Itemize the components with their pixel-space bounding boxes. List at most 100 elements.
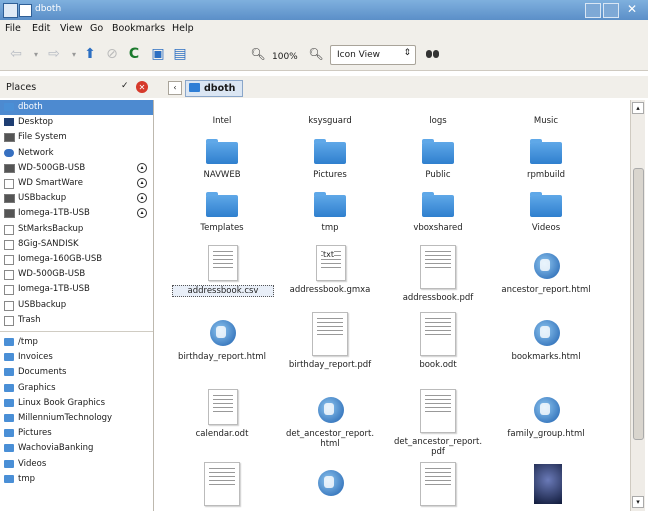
sidebar-item[interactable]: WD-500GB-USB — [0, 267, 153, 282]
sidebar-bookmark[interactable]: Linux Book Graphics — [0, 396, 153, 411]
sidebar-item-label: Documents — [18, 367, 67, 378]
zoom-out-icon[interactable]: 🔍︎ — [250, 46, 266, 62]
file-label: det_ancestor_report. pdf — [393, 437, 483, 457]
folder-icon — [422, 139, 454, 164]
sidebar-bookmark[interactable]: MillenniumTechnology — [0, 411, 153, 426]
menu-view[interactable]: View — [60, 23, 83, 34]
computer-icon[interactable]: ▤ — [172, 46, 188, 62]
sidebar-item[interactable]: Network — [0, 146, 153, 161]
sidebar-bookmark[interactable]: Invoices — [0, 350, 153, 365]
folder-icon — [206, 139, 238, 164]
menu-file[interactable]: File — [5, 23, 21, 34]
sidebar-bookmark[interactable]: WachoviaBanking — [0, 441, 153, 456]
back-dropdown-icon[interactable]: ▾ — [28, 46, 44, 62]
close-window-button[interactable]: ✕ — [627, 2, 641, 16]
volume-icon — [4, 270, 14, 281]
sidebar-item-label: Videos — [18, 458, 47, 469]
eject-icon[interactable]: ▴ — [137, 193, 147, 204]
search-binoculars-icon[interactable] — [426, 48, 440, 60]
sidebar-bookmark[interactable]: Graphics — [0, 381, 153, 396]
volume-icon — [4, 300, 14, 311]
sidebar-item-label: StMarksBackup — [18, 223, 84, 234]
back-icon[interactable]: ⇦ — [8, 46, 24, 62]
sidebar-item-label: WachoviaBanking — [18, 443, 94, 454]
eject-icon[interactable]: ▴ — [137, 208, 147, 219]
sidebar-item[interactable]: WD-500GB-USB ▴ — [0, 161, 153, 176]
minimize-button[interactable] — [585, 3, 601, 18]
sidebar-item[interactable]: Trash — [0, 313, 153, 328]
scroll-up-icon[interactable]: ▴ — [632, 102, 644, 114]
vertical-scrollbar[interactable]: ▴ ▾ — [630, 100, 645, 511]
forward-icon[interactable]: ⇨ — [46, 46, 62, 62]
folder-icon — [206, 192, 238, 217]
path-button-dboth[interactable]: dboth — [185, 80, 243, 97]
sidebar-bookmark[interactable]: Pictures — [0, 426, 153, 441]
sidebar-item-label: WD SmartWare — [18, 178, 83, 188]
file-label: det_ancestor_report. html — [285, 429, 375, 449]
menu-bookmarks[interactable]: Bookmarks — [112, 23, 165, 34]
scroll-thumb[interactable] — [633, 168, 644, 440]
window-titlebar: dboth ✕ — [0, 0, 648, 20]
stop-icon[interactable]: ⊘ — [104, 46, 120, 62]
document-icon — [208, 245, 238, 281]
menu-edit[interactable]: Edit — [32, 23, 50, 34]
sidebar-item[interactable]: File System — [0, 130, 153, 145]
maximize-button[interactable] — [603, 3, 619, 18]
folder-icon — [4, 383, 14, 392]
volume-icon — [4, 255, 14, 265]
sidebar-item[interactable]: StMarksBackup — [0, 222, 153, 237]
close-sidebar-icon[interactable]: ✕ — [136, 81, 148, 93]
eject-icon[interactable]: ▴ — [137, 162, 147, 173]
file-label: Pictures — [313, 170, 347, 180]
drive-icon — [4, 194, 15, 204]
sidebar-item[interactable]: Iomega-1TB-USB — [0, 282, 153, 297]
document-lines — [425, 318, 451, 338]
document-lines — [425, 251, 451, 271]
path-label: dboth — [204, 83, 236, 94]
html-globe-icon — [318, 397, 344, 423]
document-icon — [420, 245, 456, 289]
menu-go[interactable]: Go — [90, 23, 103, 34]
forward-dropdown-icon[interactable]: ▾ — [66, 46, 82, 62]
sidebar-bookmark[interactable]: /tmp — [0, 335, 153, 350]
zoom-in-icon[interactable]: 🔍︎ — [308, 46, 324, 62]
sidebar-item[interactable]: WD SmartWare ▴ — [0, 176, 153, 191]
sidebar-item[interactable]: Iomega-1TB-USB ▴ — [0, 206, 153, 221]
file-label: ksysguard — [308, 116, 352, 126]
document-icon — [204, 462, 240, 506]
sidebar-bookmark[interactable]: tmp — [0, 472, 153, 487]
network-icon — [4, 148, 14, 157]
places-header: Places ✓ ✕ — [0, 76, 160, 98]
sidebar-bookmark[interactable]: Videos — [0, 457, 153, 472]
eject-icon[interactable]: ▴ — [137, 178, 147, 188]
up-icon[interactable]: ⬆ — [82, 46, 98, 62]
view-mode-select[interactable]: Icon View ⇕ — [330, 45, 416, 65]
reload-icon[interactable]: C — [126, 46, 142, 62]
sidebar-item[interactable]: Iomega-160GB-USB — [0, 252, 153, 267]
document-lines — [425, 468, 451, 488]
path-left-icon[interactable]: ‹ — [168, 81, 182, 95]
chevron-down-icon[interactable]: ✓ — [121, 81, 129, 91]
window-title: dboth — [35, 4, 62, 14]
sidebar-item-label: WD-500GB-USB — [18, 269, 86, 280]
sidebar-item[interactable]: USBbackup — [0, 298, 153, 313]
sidebar-item[interactable]: Desktop — [0, 115, 153, 130]
sidebar-item[interactable]: USBbackup ▴ — [0, 191, 153, 206]
sidebar-item[interactable]: dboth — [0, 100, 153, 115]
drive-icon — [4, 163, 15, 173]
sidebar-item[interactable]: 8Gig-SANDISK — [0, 237, 153, 252]
document-lines — [213, 251, 233, 271]
file-label: Templates — [200, 223, 244, 233]
folder-icon — [530, 139, 562, 164]
view-mode-value: Icon View — [337, 50, 381, 60]
home-icon[interactable]: ▣ — [150, 46, 166, 62]
file-label: birthday_report.pdf — [288, 360, 372, 370]
sidebar-bookmark[interactable]: Documents — [0, 365, 153, 380]
menu-help[interactable]: Help — [172, 23, 194, 34]
folder-icon — [314, 139, 346, 164]
scroll-down-icon[interactable]: ▾ — [632, 496, 644, 508]
volume-icon — [4, 285, 14, 296]
sidebar-item-label: WD-500GB-USB — [18, 162, 86, 173]
sidebar-item-label: USBbackup — [18, 193, 67, 204]
window-menu-icon[interactable] — [3, 3, 18, 18]
